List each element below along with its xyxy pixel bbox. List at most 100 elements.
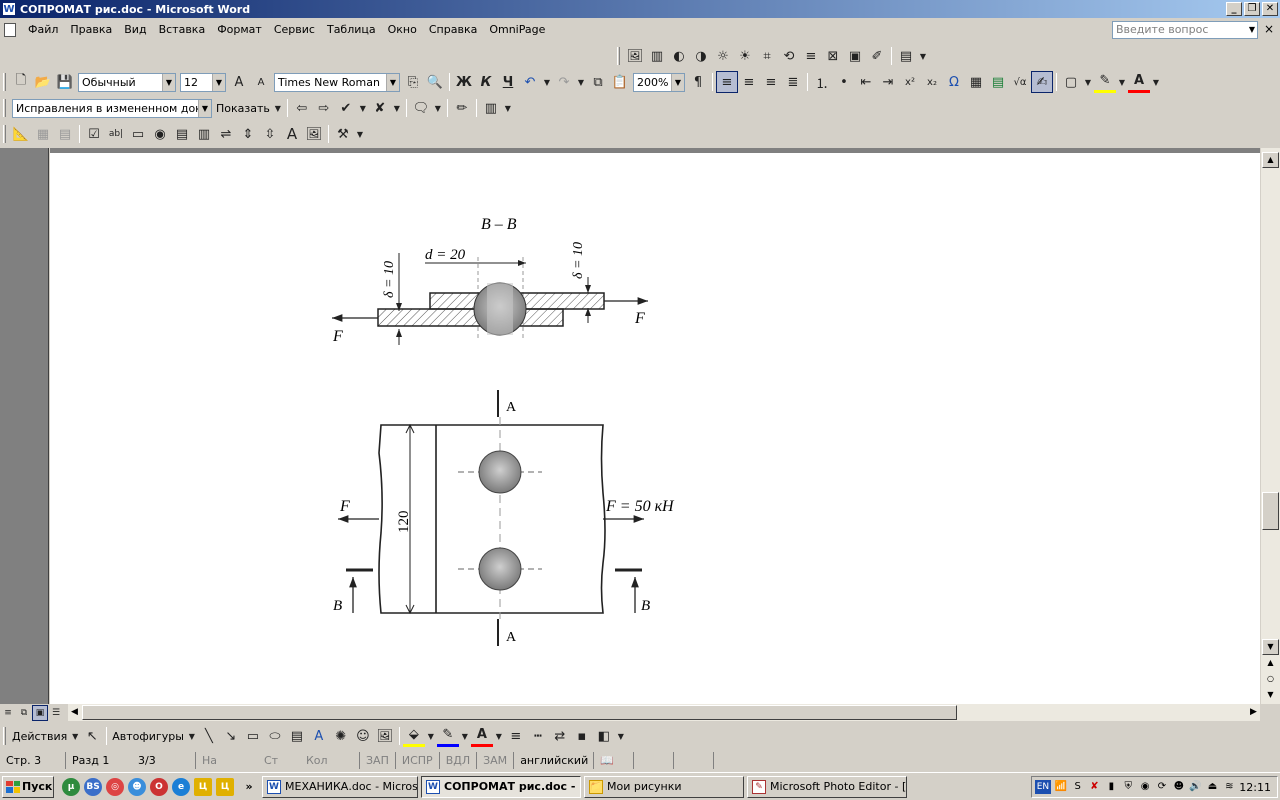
text-field-icon[interactable]: ab| [105, 123, 127, 145]
bold-button[interactable]: Ж [453, 71, 475, 93]
checkbox-icon[interactable]: ☑ [83, 123, 105, 145]
task-my-pictures[interactable]: 📁 Мои рисунки [584, 775, 744, 798]
align-center-icon[interactable]: ≡ [738, 71, 760, 93]
tray-sync-icon[interactable]: ⟳ [1155, 780, 1169, 794]
language-indicator[interactable]: EN [1035, 780, 1051, 794]
zoom-select[interactable]: 200% ▼ [633, 72, 685, 92]
status-record[interactable]: ЗАП [360, 752, 396, 769]
dash-style-icon[interactable]: ┅ [527, 725, 549, 747]
arrow-tool-icon[interactable]: ↘ [220, 725, 242, 747]
track-changes-icon[interactable]: ✏ [451, 97, 473, 119]
table-properties-icon[interactable]: ▦ [32, 123, 54, 145]
highlight-dropdown-icon[interactable]: ▼ [1116, 71, 1128, 93]
menu-edit[interactable]: Правка [64, 19, 118, 41]
scroll-left-icon[interactable]: ◀ [68, 704, 81, 721]
quicklaunch-ie-icon[interactable]: e [172, 777, 190, 796]
excel-icon[interactable]: ▤ [987, 71, 1009, 93]
color-icon[interactable]: ▥ [646, 45, 668, 67]
style-select[interactable]: Обычный ▼ [78, 72, 176, 92]
quicklaunch-messenger-icon[interactable]: ☻ [128, 777, 146, 796]
comment-dropdown-icon[interactable]: ▼ [432, 97, 444, 119]
insert-frame-icon[interactable]: ▤ [54, 123, 76, 145]
save-icon[interactable]: 💾 [54, 71, 76, 93]
copy-format-icon[interactable]: ⎘ [402, 71, 424, 93]
rotate-icon[interactable]: ⟲ [778, 45, 800, 67]
menu-table[interactable]: Таблица [321, 19, 382, 41]
zoom-dropdown-icon[interactable]: ▼ [671, 73, 684, 91]
tray-signal-icon[interactable]: ▮ [1104, 780, 1118, 794]
oval-tool-icon[interactable]: ⬭ [264, 725, 286, 747]
borders-dropdown-icon[interactable]: ▼ [1082, 71, 1094, 93]
quicklaunch-more-icon[interactable]: » [236, 780, 262, 793]
align-left-icon[interactable]: ≡ [716, 71, 738, 93]
new-document-icon[interactable]: 🗋 [10, 71, 32, 93]
arrow-style-icon[interactable]: ⇄ [549, 725, 571, 747]
tray-security-icon[interactable]: ◉ [1138, 780, 1152, 794]
quicklaunch-chrome-icon[interactable]: ◎ [106, 777, 124, 796]
undo-icon[interactable]: ↶ [519, 71, 541, 93]
accept-dropdown-icon[interactable]: ▼ [357, 97, 369, 119]
redo-dropdown-icon[interactable]: ▼ [575, 71, 587, 93]
outline-view-icon[interactable]: ☰ [48, 702, 64, 724]
show-menu-dropdown-icon[interactable]: ▼ [272, 97, 284, 119]
clock[interactable]: 12:11 [1239, 781, 1277, 794]
font-name-dropdown-icon[interactable]: ▼ [386, 73, 399, 91]
next-change-icon[interactable]: ⇨ [313, 97, 335, 119]
tray-shield-icon[interactable]: ⛨ [1121, 780, 1135, 794]
tray-wifi-icon[interactable]: ≋ [1222, 780, 1236, 794]
status-language[interactable]: английский [514, 752, 595, 769]
crop-icon[interactable]: ⌗ [756, 45, 778, 67]
tray-volume-icon[interactable]: 🔊 [1189, 780, 1203, 794]
vertical-scrollbar[interactable]: ▲ ▼ ▲ ○ ▼ [1261, 148, 1280, 704]
status-track-changes[interactable]: ИСПР [396, 752, 440, 769]
copy-icon[interactable]: ⧉ [587, 71, 609, 93]
menu-format[interactable]: Формат [211, 19, 268, 41]
set-transparent-icon[interactable]: ✐ [866, 45, 888, 67]
numbering-icon[interactable]: ⒈ [811, 71, 833, 93]
autoshapes-dropdown-icon[interactable]: ▼ [186, 725, 198, 747]
print-layout-icon[interactable]: ▣ [32, 705, 48, 721]
menu-insert[interactable]: Вставка [153, 19, 212, 41]
document-icon[interactable] [4, 23, 16, 37]
more-controls-icon[interactable]: ⚒ [332, 123, 354, 145]
line-color-icon[interactable]: ✎ [436, 725, 459, 747]
italic-button[interactable]: К [475, 71, 497, 93]
menu-window[interactable]: Окно [382, 19, 423, 41]
tray-skype-icon[interactable]: S [1071, 780, 1085, 794]
align-right-icon[interactable]: ≡ [760, 71, 782, 93]
horizontal-scrollbar[interactable]: ◀ ▶ [68, 704, 1260, 721]
menu-view[interactable]: Вид [118, 19, 152, 41]
shrink-font-icon[interactable]: A [250, 71, 272, 93]
print-preview-icon[interactable]: 🔍 [424, 71, 446, 93]
redo-icon[interactable]: ↷ [553, 71, 575, 93]
fill-color-dropdown-icon[interactable]: ▼ [425, 725, 437, 747]
bullets-icon[interactable]: • [833, 71, 855, 93]
draw-font-color-icon[interactable]: A [470, 725, 493, 747]
quicklaunch-folder2-icon[interactable]: Ц [216, 777, 234, 796]
minimize-button[interactable]: _ [1226, 2, 1242, 16]
quicklaunch-bs-icon[interactable]: BS [84, 777, 102, 796]
text-box-icon[interactable]: ▤ [286, 725, 308, 747]
actions-dropdown-icon[interactable]: ▼ [69, 725, 81, 747]
quicklaunch-folder-icon[interactable]: Ц [194, 777, 212, 796]
web-layout-icon[interactable]: ⧉ [16, 702, 32, 724]
draw-font-color-dropdown-icon[interactable]: ▼ [493, 725, 505, 747]
reject-dropdown-icon[interactable]: ▼ [391, 97, 403, 119]
scroll-right-icon[interactable]: ▶ [1247, 704, 1260, 721]
previous-change-icon[interactable]: ⇦ [291, 97, 313, 119]
label-icon[interactable]: A [281, 123, 303, 145]
status-extend[interactable]: ВДЛ [440, 752, 478, 769]
task-sopromat-doc[interactable]: W СОПРОМАТ рис.doc - ... [421, 775, 581, 798]
select-objects-icon[interactable]: ↖ [81, 725, 103, 747]
highlight-icon[interactable]: ✎ [1094, 71, 1116, 93]
insert-image-icon[interactable]: 🖼 [374, 725, 396, 747]
diagram-icon[interactable]: ✺ [330, 725, 352, 747]
button-control-icon[interactable]: ▭ [127, 123, 149, 145]
more-contrast-icon[interactable]: ◐ [668, 45, 690, 67]
undo-dropdown-icon[interactable]: ▼ [541, 71, 553, 93]
line-style-tool-icon[interactable]: ≡ [505, 725, 527, 747]
shadow-style-icon[interactable]: ▪ [571, 725, 593, 747]
more-controls-dropdown-icon[interactable]: ▼ [354, 123, 366, 145]
borders-icon[interactable]: ▢ [1060, 71, 1082, 93]
next-page-icon[interactable]: ▼ [1262, 688, 1279, 704]
